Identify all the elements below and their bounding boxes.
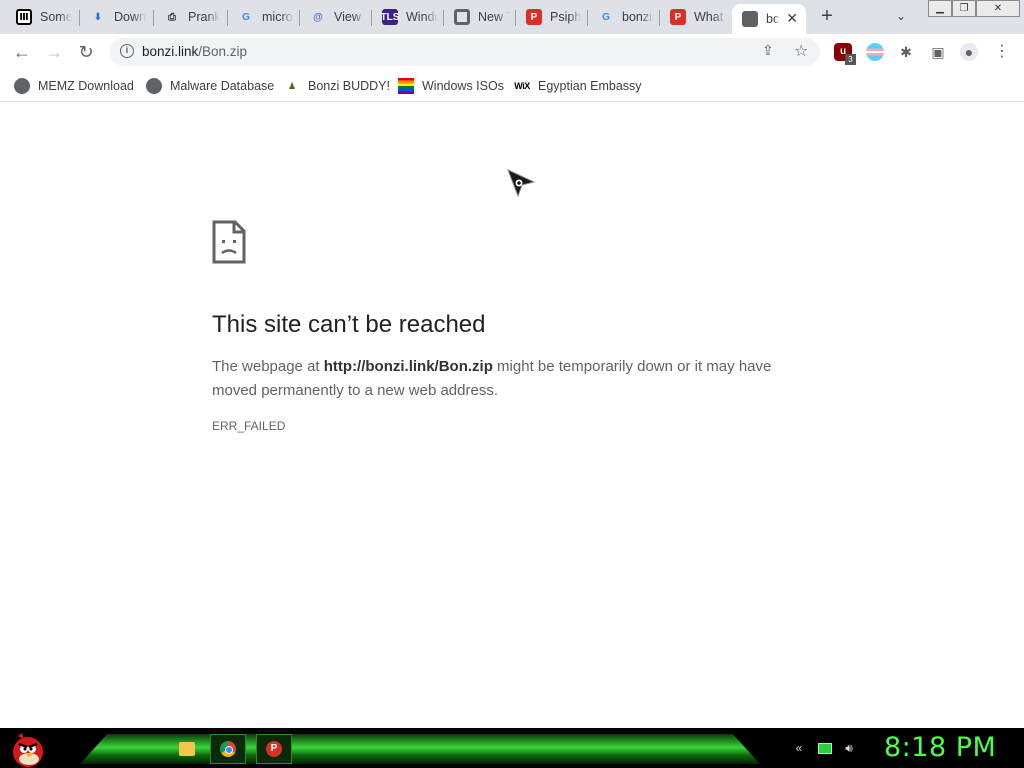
printer-icon: ⎙ <box>168 11 176 23</box>
share-icon[interactable]: ⇪ <box>762 42 774 59</box>
tls-icon: TLS <box>381 9 399 25</box>
back-arrow-icon[interactable]: ← <box>10 40 34 64</box>
bookmarks-bar: MEMZ Download Malware Database ♟ Bonzi B… <box>0 70 1024 102</box>
bookmark-windows-isos[interactable]: Windows ISOs <box>398 76 504 96</box>
close-tab-icon[interactable]: ✕ <box>786 10 798 27</box>
bookmark-egyptian-embassy[interactable]: WiX Egyptian Embassy <box>514 76 642 96</box>
bookmark-star-icon[interactable]: ☆ <box>794 41 808 61</box>
rainbow-flag-icon <box>398 78 414 94</box>
download-icon: ⬇ <box>93 11 103 23</box>
google-icon: G <box>602 11 610 23</box>
mouse-cursor-icon <box>507 169 536 198</box>
minimize-button[interactable]: ▁ <box>928 0 952 17</box>
error-url: http://bonzi.link/Bon.zip <box>323 358 493 375</box>
tab-9[interactable]: P What <box>660 4 732 30</box>
bookmark-memz[interactable]: MEMZ Download <box>14 76 134 96</box>
tab-title: View <box>334 10 361 24</box>
psiphon-icon: P <box>526 9 542 25</box>
tab-5[interactable]: TLS Windo <box>372 4 444 30</box>
url-text[interactable]: bonzi.link/Bon.zip <box>142 44 247 59</box>
taskbar-psiphon[interactable]: P <box>256 734 292 764</box>
folder-icon <box>179 742 195 756</box>
library-icon: Ⅲ <box>16 9 32 25</box>
error-message-prefix: The webpage at <box>212 358 324 375</box>
tab-3[interactable]: G micro <box>228 4 300 30</box>
tab-title: Some <box>40 10 72 24</box>
wix-icon: WiX <box>514 81 530 91</box>
tab-7[interactable]: P Psiph <box>516 4 588 30</box>
bookmark-malware-database[interactable]: Malware Database <box>146 76 274 96</box>
taskbar-clock[interactable]: 8:18 PM <box>884 732 996 763</box>
globe-icon <box>14 78 30 94</box>
tab-title: bc <box>766 12 780 26</box>
site-info-icon[interactable]: i <box>120 44 134 58</box>
tab-title: Windo <box>406 10 438 24</box>
sad-page-icon <box>212 220 246 264</box>
tab-title: Down <box>114 10 146 24</box>
volume-icon[interactable]: 🔊︎ <box>842 741 856 755</box>
tab-0[interactable]: Ⅲ Some <box>6 4 80 30</box>
bookmark-label: Bonzi BUDDY! <box>308 79 390 93</box>
tab-strip: Ⅲ Some ⬇ Down ⎙ Prank G micro @ View TLS… <box>0 0 1024 34</box>
tab-title: Prank <box>188 10 220 24</box>
ublock-badge: 3 <box>845 54 856 65</box>
tray-chevron-icon[interactable]: « <box>792 741 806 755</box>
bookmark-label: Malware Database <box>170 79 275 93</box>
toolbar: ← → ↻ i bonzi.link/Bon.zip ⇪ ☆ u ✱ ▣ ● ⋮ <box>0 34 1024 70</box>
side-panel-icon[interactable]: ▣ <box>929 43 947 61</box>
system-tray: « 🔊︎ <box>790 728 880 768</box>
tab-8[interactable]: G bonzi <box>588 4 660 30</box>
profile-avatar-icon[interactable]: ● <box>960 43 978 61</box>
bookmark-label: Egyptian Embassy <box>538 79 642 93</box>
tab-active[interactable]: bc ✕ <box>732 4 806 34</box>
restore-button[interactable]: ❐ <box>952 0 976 17</box>
tab-title: micro <box>262 10 293 24</box>
taskbar-file-explorer[interactable] <box>169 734 205 764</box>
forward-arrow-icon[interactable]: → <box>42 40 66 64</box>
tab-6[interactable]: New T <box>444 4 516 30</box>
bookmark-bonzi-buddy[interactable]: ♟ Bonzi BUDDY! <box>284 76 390 96</box>
bonzi-icon: ♟ <box>287 80 297 91</box>
network-icon[interactable] <box>818 743 832 754</box>
error-title: This site can’t be reached <box>212 311 486 338</box>
bookmark-label: Windows ISOs <box>422 79 504 93</box>
globe-icon <box>146 78 162 94</box>
pride-extension-icon[interactable] <box>866 43 884 61</box>
taskbar-chrome[interactable] <box>210 734 246 764</box>
tab-4[interactable]: @ View <box>300 4 372 30</box>
tab-title: What <box>694 10 724 24</box>
tab-1[interactable]: ⬇ Down <box>80 4 154 30</box>
tab-search-chevron-icon[interactable]: ⌄ <box>896 9 906 23</box>
google-icon: G <box>242 11 250 23</box>
psiphon-icon: P <box>266 741 282 757</box>
tab-title: bonzi <box>622 10 652 24</box>
address-bar[interactable]: i bonzi.link/Bon.zip ⇪ ☆ <box>110 38 820 66</box>
tab-2[interactable]: ⎙ Prank <box>154 4 228 30</box>
tab-title: New T <box>478 10 510 24</box>
new-tab-button[interactable]: + <box>816 6 838 28</box>
globe-icon <box>742 11 758 27</box>
at-sign-icon: @ <box>313 11 323 23</box>
tab-title: Psiph <box>550 10 582 24</box>
chrome-icon <box>220 741 236 757</box>
error-code: ERR_FAILED <box>212 419 286 433</box>
psiphon-icon: P <box>670 9 686 25</box>
error-message: The webpage at http://bonzi.link/Bon.zip… <box>212 355 802 403</box>
page-content: This site can’t be reached The webpage a… <box>0 103 1024 728</box>
extensions-puzzle-icon[interactable]: ✱ <box>897 43 915 61</box>
url-path: /Bon.zip <box>198 44 248 59</box>
url-host: bonzi.link <box>142 44 199 59</box>
menu-kebab-icon[interactable]: ⋮ <box>993 43 1011 61</box>
reload-icon[interactable]: ↻ <box>74 40 98 64</box>
bookmark-label: MEMZ Download <box>38 79 134 93</box>
start-button-angry-bird-icon[interactable] <box>4 728 48 768</box>
taskbar: P « 🔊︎ 8:18 PM <box>0 728 1024 768</box>
chrome-icon <box>454 9 470 25</box>
close-window-button[interactable]: ✕ <box>976 0 1020 17</box>
